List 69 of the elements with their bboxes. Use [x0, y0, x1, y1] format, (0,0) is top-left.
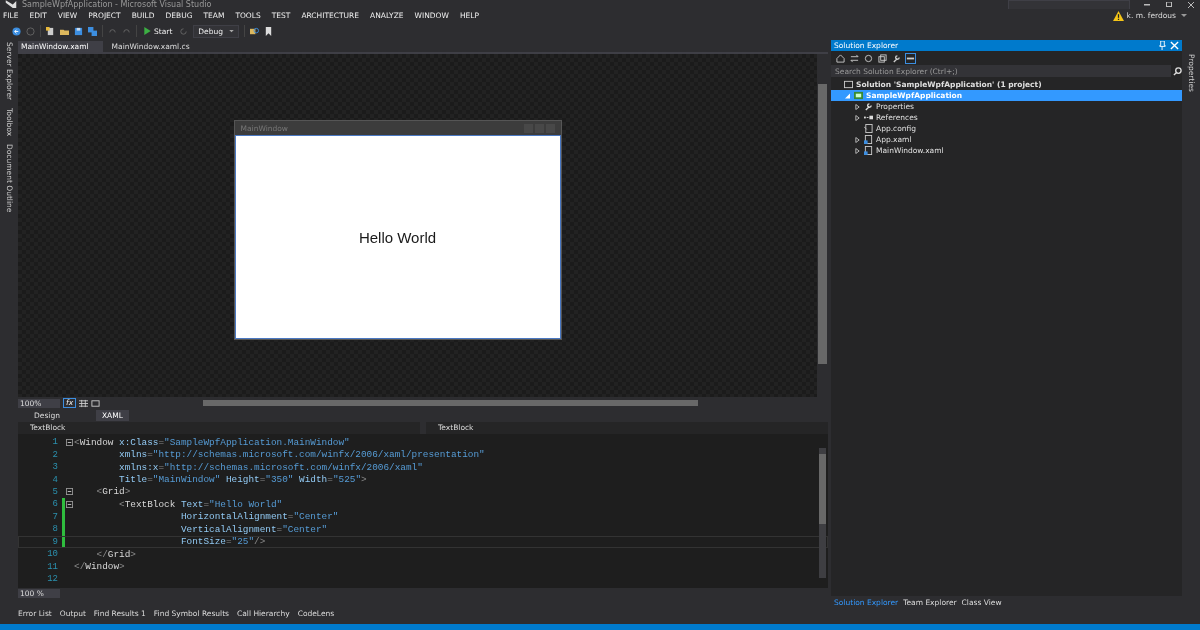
save-icon[interactable]	[74, 26, 83, 36]
line-number: 12	[46, 574, 58, 585]
line-number: 9	[51, 536, 58, 547]
code-line: <TextBlock Text="Hello World"	[118, 498, 283, 510]
warning-icon	[1112, 10, 1124, 21]
preview-icon[interactable]	[906, 53, 915, 63]
code-line: HorizontalAlignment="Center"	[179, 511, 339, 523]
pin-icon[interactable]	[1158, 41, 1167, 50]
line-number: 3	[51, 462, 58, 473]
collapse-icon[interactable]	[66, 500, 73, 508]
code-line: xmlns="http://schemas.microsoft.com/winfx/2006/xaml/presentation"	[118, 449, 485, 461]
bookmark-icon[interactable]	[264, 26, 274, 36]
code-line: </Grid>	[95, 548, 136, 560]
line-number: 2	[51, 449, 58, 460]
snap-icon[interactable]	[91, 398, 101, 408]
play-icon	[144, 27, 151, 35]
code-line: <Grid>	[95, 486, 131, 498]
collapsed-icon[interactable]	[855, 136, 860, 143]
home-icon[interactable]	[836, 53, 845, 63]
line-number: 8	[51, 524, 58, 535]
collapse-icon[interactable]	[66, 488, 73, 496]
code-line: </Window>	[74, 561, 125, 573]
refresh-icon[interactable]	[864, 53, 873, 63]
find-icon[interactable]	[250, 26, 260, 36]
code-line: VerticalAlignment="Center"	[179, 523, 328, 535]
code-line: Title="MainWindow" Height="350" Width="525">	[118, 474, 367, 486]
code-line: xmlns:x="http://schemas.microsoft.com/winfx/2006/xaml"	[118, 461, 423, 473]
sync-icon[interactable]	[850, 53, 859, 63]
collapsed-icon[interactable]	[855, 147, 860, 154]
xaml-file-icon	[864, 146, 873, 155]
grid-icon[interactable]	[79, 398, 89, 408]
wrench-icon[interactable]	[892, 53, 901, 63]
wrench-icon	[864, 102, 873, 111]
caret-icon[interactable]	[1181, 13, 1187, 18]
line-number: 4	[51, 474, 58, 485]
minimize-icon[interactable]	[1142, 1, 1152, 8]
collapse-icon[interactable]	[66, 438, 73, 446]
hello-text: Hello World	[358, 228, 437, 246]
maximize-icon[interactable]	[1164, 1, 1174, 8]
collapsed-icon[interactable]	[855, 114, 860, 121]
expanded-icon[interactable]	[845, 92, 850, 99]
vertical-scrollbar[interactable]	[817, 54, 828, 397]
line-number: 5	[51, 486, 58, 497]
config-file-icon	[864, 124, 873, 133]
close-icon[interactable]	[1186, 1, 1196, 8]
caret-icon	[229, 29, 235, 33]
line-number: 7	[51, 511, 58, 522]
code-line: <Window x:Class="SampleWpfApplication.MainWindow"	[74, 436, 350, 448]
collapse-all-icon[interactable]	[878, 53, 887, 63]
scroll-thumb[interactable]	[818, 84, 827, 364]
save-all-icon[interactable]	[88, 26, 97, 36]
xaml-file-icon	[864, 135, 873, 144]
collapsed-icon[interactable]	[855, 103, 860, 110]
vs-logo-icon	[4, 0, 18, 9]
window-title: SampleWpfApplication - Microsoft Visual Studio	[22, 0, 212, 9]
new-project-icon[interactable]	[46, 26, 55, 36]
back-icon[interactable]	[12, 26, 21, 36]
horizontal-scrollbar[interactable]	[203, 400, 698, 406]
solution-icon	[844, 80, 853, 89]
project-icon	[854, 91, 863, 100]
vertical-scrollbar[interactable]	[819, 448, 826, 578]
line-number: 6	[51, 499, 58, 510]
scroll-thumb[interactable]	[819, 454, 826, 524]
line-number: 1	[51, 437, 58, 448]
references-icon	[864, 113, 873, 122]
search-icon	[1173, 66, 1182, 76]
code-line: FontSize="25"/>	[179, 536, 266, 548]
line-number: 10	[46, 549, 58, 560]
line-number: 11	[46, 561, 58, 572]
